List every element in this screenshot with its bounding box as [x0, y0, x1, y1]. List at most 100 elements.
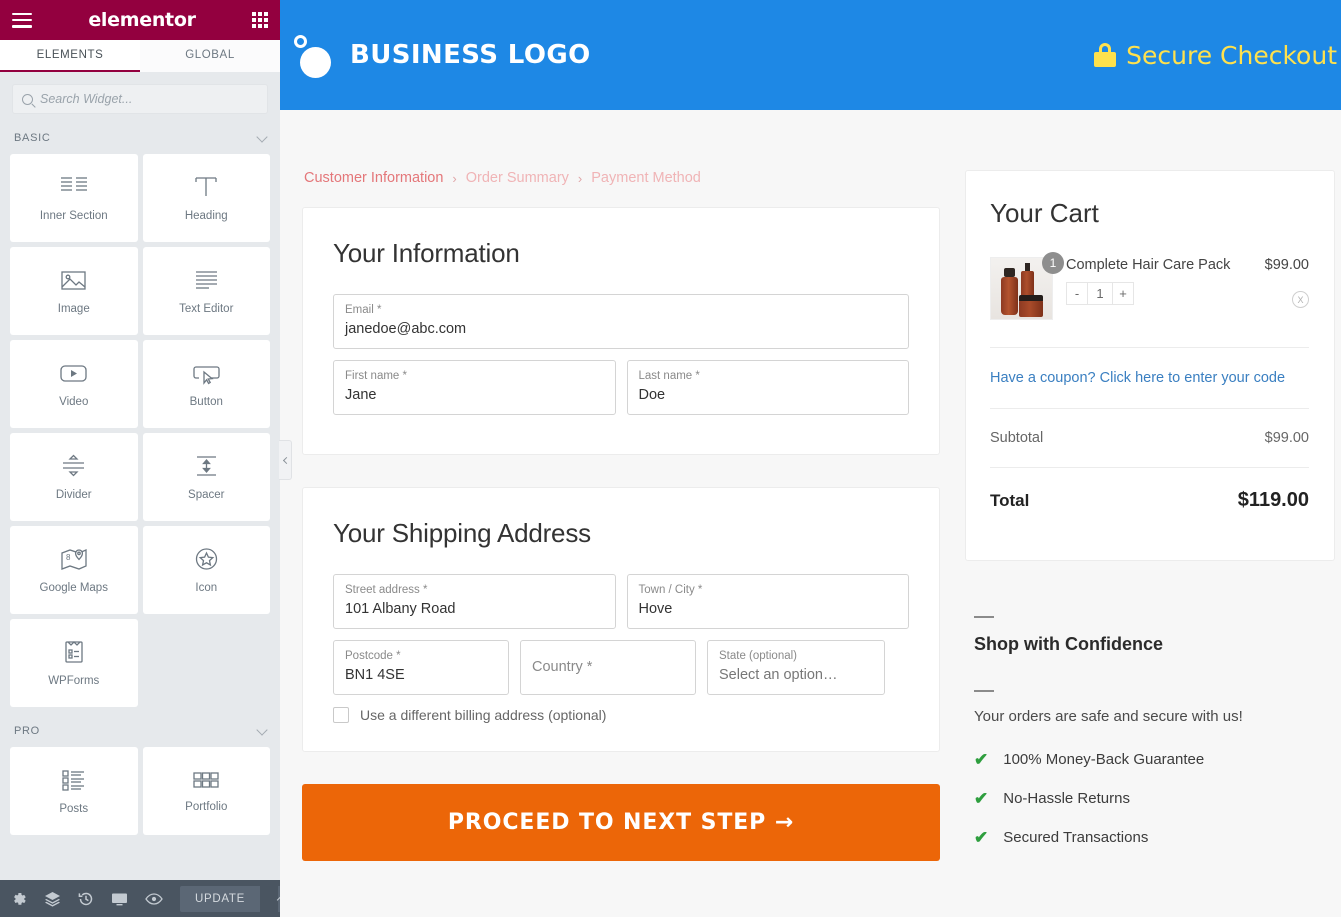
widget-label: WPForms	[48, 674, 100, 687]
widget-inner-section[interactable]: Inner Section	[10, 154, 138, 242]
breadcrumb: Customer Information › Order Summary › P…	[302, 170, 940, 186]
cart-item-price: $99.00	[1264, 257, 1309, 273]
quantity-decrease-button[interactable]: -	[1066, 282, 1088, 305]
widget-posts[interactable]: Posts	[10, 747, 138, 835]
chevron-left-icon	[282, 456, 290, 464]
first-name-field[interactable]: First name * Jane	[333, 360, 616, 416]
billing-address-checkbox-row[interactable]: Use a different billing address (optiona…	[333, 707, 909, 724]
widget-portfolio[interactable]: Portfolio	[142, 747, 270, 835]
quantity-input[interactable]: 1	[1088, 282, 1112, 305]
widget-wpforms[interactable]: WPForms	[10, 619, 138, 707]
postcode-value: BN1 4SE	[345, 666, 405, 683]
logo-text: BUSINESS LOGO	[350, 40, 591, 70]
elementor-widgets-panel: elementor ELEMENTS GLOBAL BASIC	[0, 0, 292, 917]
widgets-basic-grid: Inner Section Heading Image Text Editor …	[0, 154, 280, 707]
video-icon	[59, 361, 88, 385]
tab-global[interactable]: GLOBAL	[140, 40, 280, 72]
total-label: Total	[990, 490, 1030, 510]
category-basic-label: BASIC	[14, 132, 51, 144]
widget-spacer[interactable]: Spacer	[142, 433, 270, 521]
svg-text:8: 8	[66, 553, 71, 562]
cart-item-top: Complete Hair Care Pack $99.00	[1066, 257, 1309, 273]
star-icon	[194, 547, 219, 571]
widget-label: Video	[59, 395, 89, 408]
street-address-label: Street address *	[345, 584, 428, 597]
total-value: $119.00	[1237, 489, 1309, 511]
email-row: Email * janedoe@abc.com	[333, 294, 909, 350]
history-icon[interactable]	[78, 891, 94, 907]
hamburger-icon[interactable]	[12, 12, 32, 28]
category-basic[interactable]: BASIC	[0, 124, 280, 154]
breadcrumb-payment-method[interactable]: Payment Method	[591, 170, 701, 186]
city-field[interactable]: Town / City * Hove	[626, 574, 909, 630]
coupon-link[interactable]: Have a coupon? Click here to enter your …	[990, 348, 1309, 408]
street-address-value: 101 Albany Road	[345, 600, 456, 617]
inner-section-icon	[59, 175, 89, 199]
checkout-content: Customer Information › Order Summary › P…	[280, 110, 1341, 868]
widget-label: Heading	[184, 209, 228, 222]
shop-with-confidence-subtitle: Your orders are safe and secure with us!	[974, 708, 1243, 725]
street-address-field[interactable]: Street address * 101 Albany Road	[333, 574, 616, 630]
widget-heading[interactable]: Heading	[142, 154, 270, 242]
cart-item-name: Complete Hair Care Pack	[1066, 257, 1231, 273]
widget-divider[interactable]: Divider	[10, 433, 138, 521]
last-name-field[interactable]: Last name * Doe	[626, 360, 909, 416]
email-field[interactable]: Email * janedoe@abc.com	[333, 294, 909, 350]
widget-icon[interactable]: Icon	[142, 526, 270, 614]
search-box[interactable]	[12, 84, 268, 114]
shipping-address-card: Your Shipping Address Street address * 1…	[302, 487, 940, 753]
email-label: Email *	[345, 304, 382, 316]
your-cart-title: Your Cart	[990, 198, 1099, 228]
your-information-card: Your Information Email * janedoe@abc.com…	[302, 207, 940, 456]
category-pro[interactable]: PRO	[0, 707, 280, 747]
subtotal-value: $99.00	[1264, 430, 1309, 446]
state-select[interactable]: State (optional) Select an option…	[707, 640, 885, 696]
breadcrumb-customer-information[interactable]: Customer Information	[304, 170, 443, 186]
gear-icon[interactable]	[11, 891, 27, 907]
image-icon	[60, 268, 87, 292]
checkout-left-column: Customer Information › Order Summary › P…	[280, 170, 940, 868]
state-label: State (optional)	[719, 650, 797, 663]
search-input[interactable]	[40, 92, 258, 106]
widget-label: Image	[57, 302, 90, 315]
panel-footer: UPDATE	[0, 880, 286, 917]
confidence-item: ✔ Secured Transactions	[974, 829, 1335, 846]
panel-collapse-handle[interactable]	[279, 440, 292, 480]
divider	[974, 616, 994, 618]
quantity-increase-button[interactable]: +	[1112, 282, 1134, 305]
proceed-to-next-step-button[interactable]: PROCEED TO NEXT STEP →	[302, 784, 940, 862]
eye-icon[interactable]	[145, 892, 163, 906]
tab-elements[interactable]: ELEMENTS	[0, 40, 140, 72]
country-select[interactable]: Country *	[520, 640, 696, 696]
circles-logo-icon	[294, 31, 338, 79]
postcode-label: Postcode *	[345, 650, 401, 663]
widget-button[interactable]: Button	[142, 340, 270, 428]
update-button[interactable]: UPDATE	[180, 885, 260, 912]
quantity-badge: 1	[1042, 252, 1064, 274]
widget-text-editor[interactable]: Text Editor	[142, 247, 270, 335]
breadcrumb-order-summary[interactable]: Order Summary	[466, 170, 569, 186]
layers-icon[interactable]	[44, 891, 61, 907]
check-icon: ✔	[974, 828, 989, 847]
chevron-down-icon	[256, 723, 268, 736]
monitor-icon[interactable]	[111, 891, 128, 907]
widget-google-maps[interactable]: 8 Google Maps	[10, 526, 138, 614]
widget-image[interactable]: Image	[10, 247, 138, 335]
checkout-right-column: Your Cart 1 Complete Hair Care Pack $99.…	[940, 170, 1341, 868]
widget-video[interactable]: Video	[10, 340, 138, 428]
widget-label: Icon	[195, 581, 218, 594]
shipping-address-title: Your Shipping Address	[333, 518, 591, 549]
wpforms-icon	[62, 640, 86, 664]
site-logo[interactable]: BUSINESS LOGO	[294, 31, 591, 79]
elementor-editor-window: elementor ELEMENTS GLOBAL BASIC	[0, 0, 1341, 917]
postcode-field[interactable]: Postcode * BN1 4SE	[333, 640, 509, 696]
breadcrumb-separator-icon: ›	[577, 170, 583, 186]
name-row: First name * Jane Last name * Doe	[333, 360, 909, 416]
widget-label: Button	[189, 395, 223, 408]
panel-header: elementor	[0, 0, 280, 40]
confidence-item-label: Secured Transactions	[1003, 829, 1149, 846]
chevron-down-icon	[256, 130, 268, 143]
remove-item-button[interactable]: X	[1292, 291, 1309, 308]
grid-icon[interactable]	[252, 12, 268, 28]
billing-address-checkbox[interactable]	[333, 707, 349, 724]
